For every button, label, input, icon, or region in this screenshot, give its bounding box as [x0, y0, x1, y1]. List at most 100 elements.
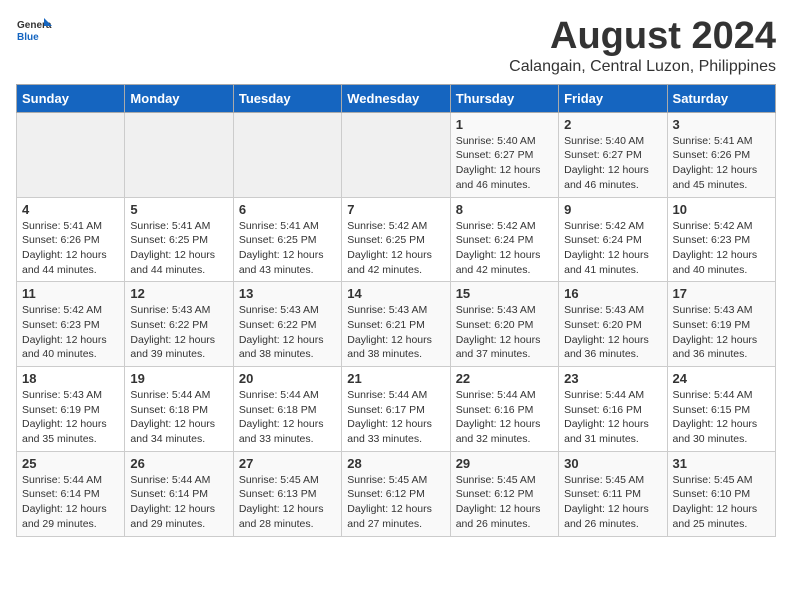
- day-info: Sunrise: 5:44 AMSunset: 6:16 PMDaylight:…: [564, 388, 661, 447]
- day-number: 10: [673, 202, 770, 217]
- day-number: 13: [239, 286, 336, 301]
- day-cell: 3 Sunrise: 5:41 AMSunset: 6:26 PMDaylight…: [667, 112, 775, 197]
- day-info: Sunrise: 5:45 AMSunset: 6:12 PMDaylight:…: [347, 473, 444, 532]
- day-info: Sunrise: 5:41 AMSunset: 6:25 PMDaylight:…: [239, 219, 336, 278]
- day-cell: 26 Sunrise: 5:44 AMSunset: 6:14 PMDayligh…: [125, 451, 233, 536]
- day-info: Sunrise: 5:40 AMSunset: 6:27 PMDaylight:…: [456, 134, 553, 193]
- day-cell: 10 Sunrise: 5:42 AMSunset: 6:23 PMDayligh…: [667, 197, 775, 282]
- day-number: 26: [130, 456, 227, 471]
- day-info: Sunrise: 5:43 AMSunset: 6:22 PMDaylight:…: [239, 303, 336, 362]
- day-cell: 23Sunrise: 5:44 AMSunset: 6:16 PMDayligh…: [559, 367, 667, 452]
- week-row-3: 18Sunrise: 5:43 AMSunset: 6:19 PMDayligh…: [17, 367, 776, 452]
- day-number: 9: [564, 202, 661, 217]
- day-cell: 2 Sunrise: 5:40 AMSunset: 6:27 PMDaylight…: [559, 112, 667, 197]
- title-area: August 2024 Calangain, Central Luzon, Ph…: [509, 16, 776, 76]
- day-info: Sunrise: 5:45 AMSunset: 6:13 PMDaylight:…: [239, 473, 336, 532]
- day-number: 28: [347, 456, 444, 471]
- week-row-2: 11 Sunrise: 5:42 AMSunset: 6:23 PMDayligh…: [17, 282, 776, 367]
- day-number: 19: [130, 371, 227, 386]
- weekday-monday: Monday: [125, 84, 233, 112]
- day-number: 17: [673, 286, 770, 301]
- day-info: Sunrise: 5:44 AMSunset: 6:18 PMDaylight:…: [130, 388, 227, 447]
- day-number: 12: [130, 286, 227, 301]
- day-cell: 22 Sunrise: 5:44 AMSunset: 6:16 PMDayligh…: [450, 367, 558, 452]
- day-number: 4: [22, 202, 119, 217]
- day-cell: 7 Sunrise: 5:42 AMSunset: 6:25 PMDaylight…: [342, 197, 450, 282]
- calendar: SundayMondayTuesdayWednesdayThursdayFrid…: [16, 84, 776, 537]
- day-info: Sunrise: 5:41 AMSunset: 6:26 PMDaylight:…: [673, 134, 770, 193]
- subtitle: Calangain, Central Luzon, Philippines: [509, 58, 776, 76]
- day-info: Sunrise: 5:43 AMSunset: 6:22 PMDaylight:…: [130, 303, 227, 362]
- day-info: Sunrise: 5:43 AMSunset: 6:21 PMDaylight:…: [347, 303, 444, 362]
- week-row-4: 25 Sunrise: 5:44 AMSunset: 6:14 PMDayligh…: [17, 451, 776, 536]
- day-info: Sunrise: 5:45 AMSunset: 6:11 PMDaylight:…: [564, 473, 661, 532]
- day-cell: 25 Sunrise: 5:44 AMSunset: 6:14 PMDayligh…: [17, 451, 125, 536]
- day-info: Sunrise: 5:42 AMSunset: 6:23 PMDaylight:…: [673, 219, 770, 278]
- day-number: 5: [130, 202, 227, 217]
- day-cell: 4Sunrise: 5:41 AMSunset: 6:26 PMDaylight…: [17, 197, 125, 282]
- day-number: 3: [673, 117, 770, 132]
- day-cell: 18Sunrise: 5:43 AMSunset: 6:19 PMDayligh…: [17, 367, 125, 452]
- day-cell: 8 Sunrise: 5:42 AMSunset: 6:24 PMDaylight…: [450, 197, 558, 282]
- day-number: 20: [239, 371, 336, 386]
- day-info: Sunrise: 5:45 AMSunset: 6:12 PMDaylight:…: [456, 473, 553, 532]
- day-info: Sunrise: 5:40 AMSunset: 6:27 PMDaylight:…: [564, 134, 661, 193]
- day-number: 7: [347, 202, 444, 217]
- day-cell: 30Sunrise: 5:45 AMSunset: 6:11 PMDayligh…: [559, 451, 667, 536]
- day-number: 24: [673, 371, 770, 386]
- day-cell: 20 Sunrise: 5:44 AMSunset: 6:18 PMDayligh…: [233, 367, 341, 452]
- day-info: Sunrise: 5:45 AMSunset: 6:10 PMDaylight:…: [673, 473, 770, 532]
- day-info: Sunrise: 5:43 AMSunset: 6:20 PMDaylight:…: [456, 303, 553, 362]
- day-info: Sunrise: 5:43 AMSunset: 6:19 PMDaylight:…: [22, 388, 119, 447]
- day-number: 15: [456, 286, 553, 301]
- day-number: 25: [22, 456, 119, 471]
- day-cell: 12 Sunrise: 5:43 AMSunset: 6:22 PMDayligh…: [125, 282, 233, 367]
- day-cell: [233, 112, 341, 197]
- day-cell: 27 Sunrise: 5:45 AMSunset: 6:13 PMDayligh…: [233, 451, 341, 536]
- day-cell: 29 Sunrise: 5:45 AMSunset: 6:12 PMDayligh…: [450, 451, 558, 536]
- header: General Blue August 2024 Calangain, Cent…: [16, 16, 776, 76]
- day-cell: 16 Sunrise: 5:43 AMSunset: 6:20 PMDayligh…: [559, 282, 667, 367]
- day-cell: 15 Sunrise: 5:43 AMSunset: 6:20 PMDayligh…: [450, 282, 558, 367]
- week-row-1: 4Sunrise: 5:41 AMSunset: 6:26 PMDaylight…: [17, 197, 776, 282]
- day-cell: 6 Sunrise: 5:41 AMSunset: 6:25 PMDaylight…: [233, 197, 341, 282]
- day-number: 2: [564, 117, 661, 132]
- day-info: Sunrise: 5:44 AMSunset: 6:14 PMDaylight:…: [22, 473, 119, 532]
- day-number: 16: [564, 286, 661, 301]
- day-info: Sunrise: 5:42 AMSunset: 6:24 PMDaylight:…: [456, 219, 553, 278]
- weekday-wednesday: Wednesday: [342, 84, 450, 112]
- day-info: Sunrise: 5:44 AMSunset: 6:16 PMDaylight:…: [456, 388, 553, 447]
- day-number: 11: [22, 286, 119, 301]
- day-number: 21: [347, 371, 444, 386]
- day-info: Sunrise: 5:42 AMSunset: 6:23 PMDaylight:…: [22, 303, 119, 362]
- day-cell: 31Sunrise: 5:45 AMSunset: 6:10 PMDayligh…: [667, 451, 775, 536]
- day-number: 14: [347, 286, 444, 301]
- day-info: Sunrise: 5:44 AMSunset: 6:15 PMDaylight:…: [673, 388, 770, 447]
- day-info: Sunrise: 5:41 AMSunset: 6:25 PMDaylight:…: [130, 219, 227, 278]
- weekday-tuesday: Tuesday: [233, 84, 341, 112]
- week-row-0: 1Sunrise: 5:40 AMSunset: 6:27 PMDaylight…: [17, 112, 776, 197]
- day-number: 29: [456, 456, 553, 471]
- day-number: 6: [239, 202, 336, 217]
- weekday-friday: Friday: [559, 84, 667, 112]
- day-cell: 17Sunrise: 5:43 AMSunset: 6:19 PMDayligh…: [667, 282, 775, 367]
- day-info: Sunrise: 5:44 AMSunset: 6:17 PMDaylight:…: [347, 388, 444, 447]
- main-title: August 2024: [509, 16, 776, 58]
- day-info: Sunrise: 5:44 AMSunset: 6:18 PMDaylight:…: [239, 388, 336, 447]
- day-cell: 11 Sunrise: 5:42 AMSunset: 6:23 PMDayligh…: [17, 282, 125, 367]
- day-number: 22: [456, 371, 553, 386]
- day-cell: [342, 112, 450, 197]
- day-info: Sunrise: 5:44 AMSunset: 6:14 PMDaylight:…: [130, 473, 227, 532]
- day-cell: 24 Sunrise: 5:44 AMSunset: 6:15 PMDayligh…: [667, 367, 775, 452]
- weekday-saturday: Saturday: [667, 84, 775, 112]
- svg-text:Blue: Blue: [17, 32, 39, 43]
- day-cell: 21 Sunrise: 5:44 AMSunset: 6:17 PMDayligh…: [342, 367, 450, 452]
- day-info: Sunrise: 5:43 AMSunset: 6:20 PMDaylight:…: [564, 303, 661, 362]
- day-number: 8: [456, 202, 553, 217]
- day-number: 27: [239, 456, 336, 471]
- day-cell: 28 Sunrise: 5:45 AMSunset: 6:12 PMDayligh…: [342, 451, 450, 536]
- day-cell: 14 Sunrise: 5:43 AMSunset: 6:21 PMDayligh…: [342, 282, 450, 367]
- day-cell: 19 Sunrise: 5:44 AMSunset: 6:18 PMDayligh…: [125, 367, 233, 452]
- weekday-header-row: SundayMondayTuesdayWednesdayThursdayFrid…: [17, 84, 776, 112]
- day-info: Sunrise: 5:42 AMSunset: 6:25 PMDaylight:…: [347, 219, 444, 278]
